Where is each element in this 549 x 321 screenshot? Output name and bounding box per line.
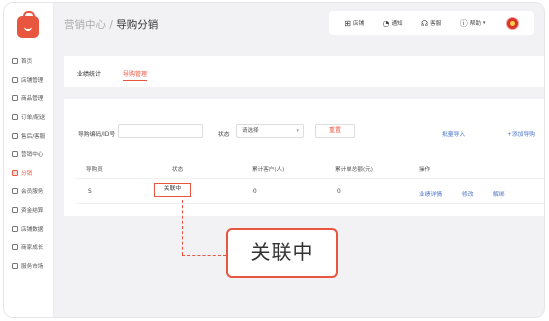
store-icon: ⊞ <box>344 18 351 28</box>
sidebar-item-aftersales[interactable]: 售后/客服 <box>4 126 54 145</box>
headset-icon: ☊ <box>421 18 429 28</box>
reset-button[interactable]: 重置 <box>315 124 355 138</box>
sidebar-item-label: 售后/客服 <box>21 133 46 140</box>
growth-icon <box>12 244 18 251</box>
status-select-value: 请选择 <box>242 128 259 134</box>
guide-id-input[interactable] <box>118 124 203 138</box>
tab-guide-management[interactable]: 导购管理 <box>123 69 148 81</box>
column-header-status: 状态 <box>172 167 184 173</box>
tab-performance[interactable]: 业绩统计 <box>77 69 101 78</box>
unbind-link[interactable]: 解绑 <box>493 189 505 198</box>
order-icon <box>12 114 18 121</box>
avatar[interactable] <box>505 16 519 30</box>
sidebar-item-home[interactable]: 首页 <box>4 52 54 71</box>
help-icon: ⓘ <box>459 18 468 28</box>
status-select[interactable]: 请选择 ▾ <box>236 124 304 138</box>
product-icon <box>12 95 18 102</box>
help-button[interactable]: ⓘ 帮助 ▾ <box>460 18 488 29</box>
cell-customers: 0 <box>253 189 257 195</box>
sidebar-item-market[interactable]: 服务市场 <box>4 257 54 276</box>
sidebar-item-label: 资金结算 <box>21 208 44 215</box>
sidebar-item-members[interactable]: 会员服务 <box>4 182 54 201</box>
sidebar-item-label: 商品管理 <box>21 96 44 103</box>
sidebar-item-label: 商家成长 <box>21 245 44 252</box>
column-header-actions: 操作 <box>419 167 431 173</box>
column-header-customers: 累计客户(人) <box>252 167 285 173</box>
notification-button[interactable]: ◔ 通知 <box>382 19 402 28</box>
sidebar-item-label: 分销 <box>21 170 33 177</box>
sidebar-item-orders[interactable]: 订单/配送 <box>4 108 54 127</box>
edit-link[interactable]: 修改 <box>462 189 474 198</box>
breadcrumb-parent[interactable]: 营销中心 <box>64 19 106 31</box>
sidebar-item-products[interactable]: 商品管理 <box>4 89 54 108</box>
status-callout: 关联中 <box>226 228 338 278</box>
callout-connector-horizontal <box>182 255 226 256</box>
guide-management-panel: 导购编码/ID号 状态 请选择 ▾ 重置 批量导入 +添加导购 导购员 状态 累… <box>64 99 544 216</box>
status-badge: 关联中 <box>154 183 191 197</box>
cell-total: 0 <box>337 189 341 195</box>
sidebar-item-label: 店铺管理 <box>21 77 44 84</box>
header-divider <box>76 178 544 179</box>
breadcrumb: 营销中心 / 导购分销 <box>64 17 158 32</box>
wallet-icon <box>12 207 18 214</box>
marketing-icon <box>12 151 18 158</box>
sidebar-item-label: 服务市场 <box>21 263 44 270</box>
sidebar-item-label: 营销中心 <box>21 152 44 159</box>
distribution-icon <box>12 169 18 176</box>
sidebar-item-label: 店铺数据 <box>21 226 44 233</box>
sidebar-item-label: 首页 <box>21 59 33 66</box>
chart-icon <box>12 225 18 232</box>
breadcrumb-current: 导购分销 <box>116 19 159 31</box>
bell-icon: ◔ <box>382 18 390 28</box>
sidebar-item-data[interactable]: 店铺数据 <box>4 219 54 238</box>
callout-connector-vertical <box>182 200 183 255</box>
support-label: 客服 <box>430 21 442 27</box>
help-label: 帮助 <box>469 21 481 27</box>
header: 营销中心 / 导购分销 ⊞ 店铺 ◔ 通知 ☊ 客服 ⓘ 帮助 ▾ <box>54 3 544 43</box>
store-label: 店铺 <box>352 21 365 27</box>
shop-bag-logo-icon[interactable] <box>17 11 39 38</box>
sidebar-item-growth[interactable]: 商家成长 <box>4 238 54 257</box>
column-header-guide: 导购员 <box>86 167 103 173</box>
home-icon <box>12 58 18 65</box>
sidebar-item-label: 会员服务 <box>21 189 44 196</box>
store-button[interactable]: ⊞ 店铺 <box>344 19 364 28</box>
sidebar-item-distribution[interactable]: 分销 <box>4 164 54 183</box>
add-guide-link[interactable]: +添加导购 <box>507 129 535 138</box>
cell-guide: S <box>88 189 92 195</box>
chevron-down-icon: ▾ <box>296 128 299 134</box>
top-toolbar: ⊞ 店铺 ◔ 通知 ☊ 客服 ⓘ 帮助 ▾ <box>329 11 534 35</box>
sidebar-nav: 首页 店铺管理 商品管理 订单/配送 售后/客服 营销中心 分销 会员服务 资金… <box>4 52 54 275</box>
sidebar-item-label: 订单/配送 <box>21 115 46 122</box>
performance-detail-link[interactable]: 业绩详情 <box>419 189 442 198</box>
status-label: 状态 <box>218 132 230 138</box>
member-icon <box>12 188 18 195</box>
row-divider <box>76 203 544 204</box>
sidebar-item-marketing[interactable]: 营销中心 <box>4 145 54 164</box>
store-icon <box>12 76 18 83</box>
column-header-total: 累计单总额(元) <box>335 167 373 173</box>
support-button[interactable]: ☊ 客服 <box>421 19 441 28</box>
market-icon <box>12 262 18 269</box>
sidebar-item-settlement[interactable]: 资金结算 <box>4 201 54 220</box>
guide-id-label: 导购编码/ID号 <box>78 132 116 138</box>
sidebar-item-store[interactable]: 店铺管理 <box>4 71 54 90</box>
tabs-bar: 业绩统计 导购管理 <box>64 56 544 87</box>
aftersales-icon <box>12 132 18 139</box>
chevron-down-icon: ▾ <box>482 20 486 26</box>
app-window: 首页 店铺管理 商品管理 订单/配送 售后/客服 营销中心 分销 会员服务 资金… <box>3 2 545 318</box>
notification-label: 通知 <box>391 21 403 27</box>
breadcrumb-separator: / <box>106 19 117 31</box>
sidebar: 首页 店铺管理 商品管理 订单/配送 售后/客服 营销中心 分销 会员服务 资金… <box>4 3 54 317</box>
batch-import-link[interactable]: 批量导入 <box>442 129 465 138</box>
